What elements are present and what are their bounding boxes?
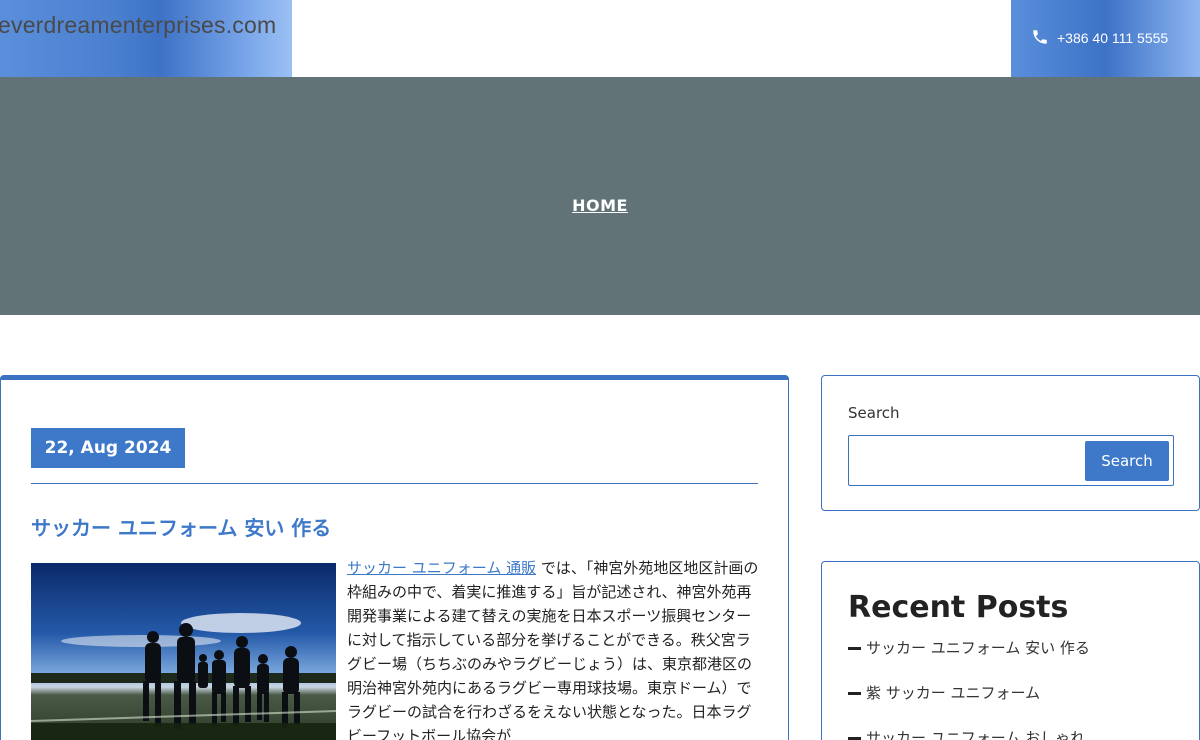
recent-post-link[interactable]: サッカー ユニフォーム 安い 作る bbox=[866, 637, 1090, 659]
phone-contact-button[interactable]: +386 40 111 5555 bbox=[1011, 0, 1200, 77]
phone-number: +386 40 111 5555 bbox=[1057, 30, 1169, 46]
search-widget: Search Search bbox=[821, 375, 1200, 511]
recent-posts-widget: Recent Posts サッカー ユニフォーム 安い 作る 紫 サッカー ユニ… bbox=[821, 561, 1200, 740]
list-item: 紫 サッカー ユニフォーム bbox=[848, 682, 1090, 727]
search-input[interactable] bbox=[853, 440, 1083, 481]
page-hero-banner: HOME bbox=[0, 77, 1200, 315]
excerpt-link[interactable]: サッカー ユニフォーム 通販 bbox=[347, 559, 536, 577]
search-form: Search bbox=[848, 435, 1174, 486]
list-item: サッカー ユニフォーム 安い 作る bbox=[848, 637, 1090, 682]
post-title-link[interactable]: サッカー ユニフォーム 安い 作る bbox=[31, 512, 331, 541]
recent-post-link[interactable]: 紫 サッカー ユニフォーム bbox=[866, 682, 1040, 704]
post-featured-image[interactable] bbox=[31, 563, 336, 740]
post-excerpt: サッカー ユニフォーム 通販 では、「神宮外苑地区地区計画の枠組みの中で、着実に… bbox=[347, 556, 761, 740]
breadcrumb-home-link[interactable]: HOME bbox=[0, 196, 1200, 215]
recent-posts-title: Recent Posts bbox=[848, 590, 1069, 625]
runners-silhouette-image bbox=[31, 563, 336, 740]
divider bbox=[31, 483, 758, 484]
site-logo-text: everdreamenterprises.com bbox=[0, 12, 277, 38]
dash-icon bbox=[848, 692, 861, 695]
search-button[interactable]: Search bbox=[1085, 441, 1169, 481]
list-item: サッカー ユニフォーム おしゃれ bbox=[848, 727, 1090, 740]
site-logo-link[interactable]: everdreamenterprises.com bbox=[0, 0, 292, 77]
recent-post-link[interactable]: サッカー ユニフォーム おしゃれ bbox=[866, 727, 1085, 740]
excerpt-text: では、「神宮外苑地区地区計画の枠組みの中で、着実に推進する」旨が記述され、神宮外… bbox=[347, 559, 759, 740]
search-label: Search bbox=[848, 404, 900, 422]
recent-posts-list: サッカー ユニフォーム 安い 作る 紫 サッカー ユニフォーム サッカー ユニフ… bbox=[848, 637, 1090, 740]
phone-icon bbox=[1033, 30, 1047, 44]
post-card: 22, Aug 2024 サッカー ユニフォーム 安い 作る サッカー ユニフォ… bbox=[0, 375, 789, 740]
post-date-badge: 22, Aug 2024 bbox=[31, 428, 185, 468]
site-header: everdreamenterprises.com +386 40 111 555… bbox=[0, 0, 1200, 77]
dash-icon bbox=[848, 647, 861, 650]
